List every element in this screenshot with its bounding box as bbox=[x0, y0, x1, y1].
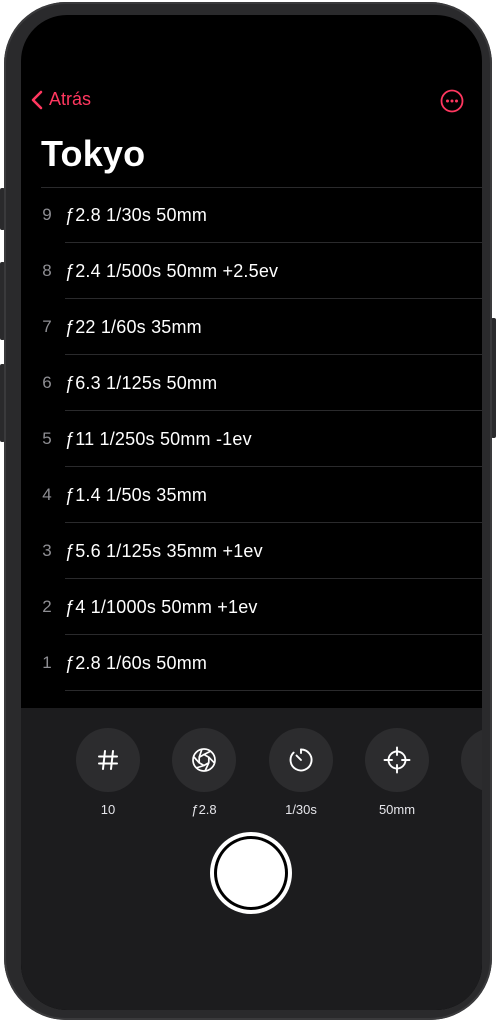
shot-number: 3 bbox=[42, 541, 52, 560]
extra-control bbox=[461, 728, 482, 792]
timer-icon bbox=[289, 748, 313, 772]
shot-number: 8 bbox=[42, 261, 52, 280]
shot-number: 9 bbox=[42, 205, 52, 224]
focal-length-label: 50mm bbox=[378, 802, 416, 817]
list-item[interactable]: 2 ƒ4 1/1000s 50mm +1ev bbox=[21, 579, 482, 635]
back-button[interactable]: Atrás bbox=[31, 89, 91, 110]
list-item[interactable]: 5 ƒ11 1/250s 50mm -1ev bbox=[21, 411, 482, 467]
more-options-icon[interactable] bbox=[440, 89, 464, 113]
shot-number: 5 bbox=[42, 429, 52, 448]
screen: Atrás Tokyo 9 ƒ2.8 1/30s 50mm 8 ƒ2.4 1/5… bbox=[21, 15, 482, 1010]
shot-number: 2 bbox=[42, 597, 52, 616]
shot-settings: ƒ1.4 1/50s 35mm bbox=[65, 484, 208, 505]
shot-settings: ƒ2.4 1/500s 50mm +2.5ev bbox=[65, 260, 279, 281]
shot-settings: ƒ5.6 1/125s 35mm +1ev bbox=[65, 540, 263, 561]
list-item[interactable]: 3 ƒ5.6 1/125s 35mm +1ev bbox=[21, 523, 482, 579]
shutter-speed-button[interactable] bbox=[269, 728, 333, 792]
aperture-label: ƒ2.8 bbox=[191, 802, 217, 817]
shutter-button[interactable] bbox=[210, 832, 292, 914]
shot-number: 1 bbox=[42, 653, 52, 672]
list-item[interactable]: 4 ƒ1.4 1/50s 35mm bbox=[21, 467, 482, 523]
capture-panel: 10 ƒ2.8 1/30s 50mm bbox=[21, 708, 482, 1010]
list-item[interactable]: 8 ƒ2.4 1/500s 50mm +2.5ev bbox=[21, 243, 482, 299]
shot-number: 6 bbox=[42, 373, 52, 392]
list-item[interactable]: 9 ƒ2.8 1/30s 50mm bbox=[21, 187, 482, 243]
back-label: Atrás bbox=[49, 89, 92, 109]
crosshair-icon bbox=[383, 746, 411, 774]
aperture-control: ƒ2.8 bbox=[172, 728, 236, 817]
frame-count-button[interactable] bbox=[76, 728, 140, 792]
shot-settings: ƒ2.8 1/30s 50mm bbox=[65, 204, 208, 225]
shot-settings: ƒ2.8 1/60s 50mm bbox=[65, 652, 208, 673]
list-item[interactable]: 6 ƒ6.3 1/125s 50mm bbox=[21, 355, 482, 411]
shot-settings: ƒ4 1/1000s 50mm +1ev bbox=[65, 596, 258, 617]
shot-number: 4 bbox=[42, 485, 52, 504]
frame-count-control: 10 bbox=[76, 728, 140, 817]
aperture-icon bbox=[192, 748, 216, 772]
list-item[interactable]: 1 ƒ2.8 1/60s 50mm bbox=[21, 635, 482, 691]
list-item[interactable]: 7 ƒ22 1/60s 35mm bbox=[21, 299, 482, 355]
focal-length-button[interactable] bbox=[365, 728, 429, 792]
shutter-speed-label: 1/30s bbox=[285, 802, 317, 817]
phone-frame: Atrás Tokyo 9 ƒ2.8 1/30s 50mm 8 ƒ2.4 1/5… bbox=[4, 2, 492, 1020]
shutter-inner bbox=[217, 839, 285, 907]
shot-list: 9 ƒ2.8 1/30s 50mm 8 ƒ2.4 1/500s 50mm +2.… bbox=[21, 187, 482, 691]
shutter-ring bbox=[214, 836, 288, 910]
focal-length-control: 50mm bbox=[365, 728, 429, 817]
hash-icon bbox=[98, 750, 118, 770]
page-title: Tokyo bbox=[41, 133, 146, 174]
shutter-speed-control: 1/30s bbox=[269, 728, 333, 817]
shot-settings: ƒ22 1/60s 35mm bbox=[65, 316, 202, 337]
extra-control-button[interactable] bbox=[461, 728, 482, 792]
shot-settings: ƒ11 1/250s 50mm -1ev bbox=[65, 428, 252, 449]
chevron-left-icon bbox=[31, 90, 43, 109]
aperture-button[interactable] bbox=[172, 728, 236, 792]
frame-count-label: 10 bbox=[100, 802, 116, 817]
shot-settings: ƒ6.3 1/125s 50mm bbox=[65, 372, 218, 393]
shot-number: 7 bbox=[42, 317, 52, 336]
